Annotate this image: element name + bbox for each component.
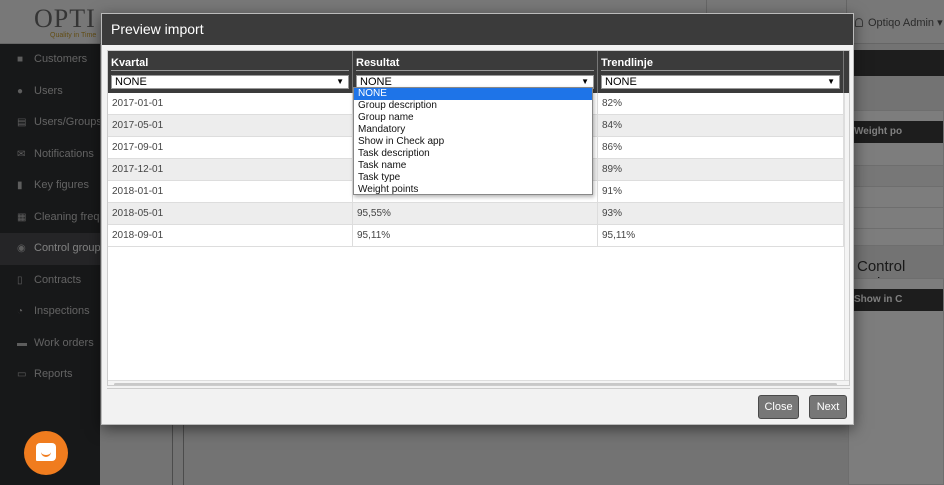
column-title: Kvartal: [111, 57, 149, 69]
chat-icon: [36, 443, 56, 461]
table-cell: 86%: [598, 137, 844, 159]
dropdown-option[interactable]: Weight points: [354, 184, 592, 196]
select-value: NONE: [115, 76, 147, 88]
column-title: Resultat: [356, 57, 400, 69]
dropdown-arrow-icon: ▼: [827, 77, 835, 86]
table-cell: 2017-12-01: [108, 159, 353, 181]
dropdown-option[interactable]: Group description: [354, 100, 592, 112]
table-cell: 2018-09-01: [108, 225, 353, 247]
preview-import-dialog: Preview import Kvartal NONE ▼ Resultat NO…: [101, 13, 854, 425]
next-button[interactable]: Next: [809, 395, 847, 419]
table-cell: 2018-01-01: [108, 181, 353, 203]
dropdown-option[interactable]: Task type: [354, 172, 592, 184]
column-title: Trendlinje: [601, 57, 653, 69]
table-cell: 2017-05-01: [108, 115, 353, 137]
select-value: NONE: [605, 76, 637, 88]
column-mapping-select[interactable]: NONE ▼: [111, 75, 349, 89]
dropdown-option[interactable]: Task description: [354, 148, 592, 160]
column-mapping-dropdown-list: NONE Group description Group name Mandat…: [353, 87, 593, 195]
column-header-kvartal: Kvartal NONE ▼: [108, 51, 353, 93]
table-row[interactable]: 2018-05-01 95,55% 93%: [108, 203, 844, 225]
table-cell: 95,55%: [353, 203, 598, 225]
column-mapping-select[interactable]: NONE ▼: [601, 75, 840, 89]
dropdown-option[interactable]: Mandatory: [354, 124, 592, 136]
footer-divider: [107, 388, 850, 389]
column-header-trendlinje: Trendlinje NONE ▼: [598, 51, 844, 93]
horizontal-scrollbar[interactable]: [108, 380, 849, 385]
table-cell: 93%: [598, 203, 844, 225]
table-cell: 2017-01-01: [108, 93, 353, 115]
scrollbar-thumb[interactable]: [114, 383, 837, 385]
dropdown-option[interactable]: NONE: [354, 88, 592, 100]
table-cell: 82%: [598, 93, 844, 115]
dropdown-option[interactable]: Task name: [354, 160, 592, 172]
close-button[interactable]: Close: [758, 395, 799, 419]
dropdown-option[interactable]: Group name: [354, 112, 592, 124]
chat-launcher-button[interactable]: [24, 431, 68, 475]
dialog-header: Preview import: [102, 14, 853, 45]
dialog-title: Preview import: [111, 21, 204, 37]
table-cell: 91%: [598, 181, 844, 203]
table-cell: 84%: [598, 115, 844, 137]
table-cell: 2017-09-01: [108, 137, 353, 159]
vertical-scrollbar[interactable]: [844, 93, 849, 380]
table-row[interactable]: 2018-09-01 95,11% 95,11%: [108, 225, 844, 247]
dropdown-option[interactable]: Show in Check app: [354, 136, 592, 148]
table-cell: 95,11%: [353, 225, 598, 247]
table-cell: 2018-05-01: [108, 203, 353, 225]
dropdown-arrow-icon: ▼: [336, 77, 344, 86]
table-cell: 95,11%: [598, 225, 844, 247]
table-cell: 89%: [598, 159, 844, 181]
